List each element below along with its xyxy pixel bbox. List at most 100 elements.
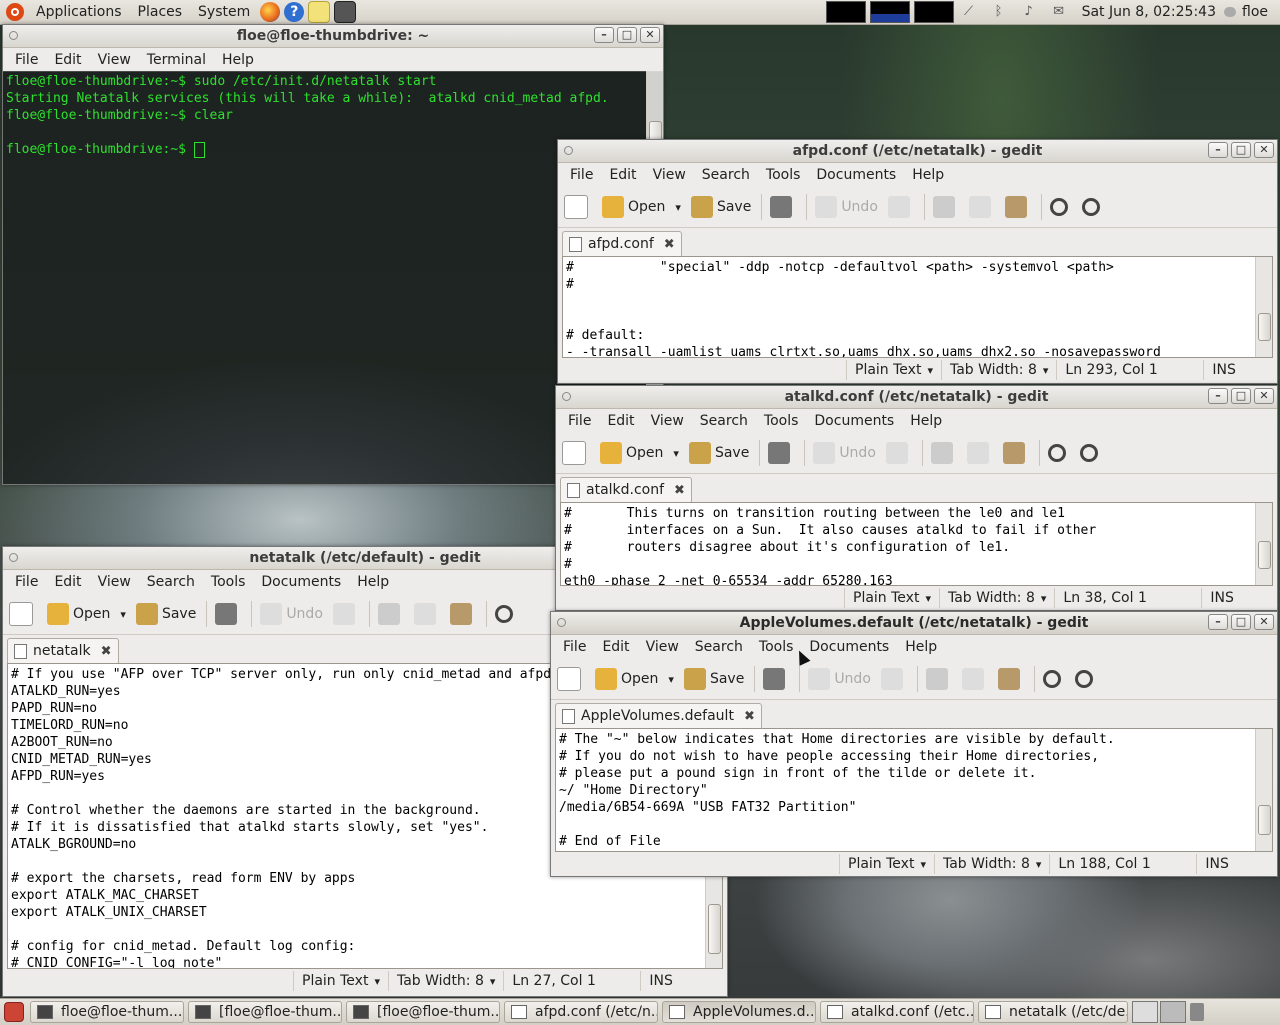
workspace-switcher[interactable] (1132, 1001, 1158, 1023)
save-button[interactable]: Save (683, 668, 744, 690)
new-button[interactable] (562, 441, 590, 465)
document-tab[interactable]: netatalk ✖ (7, 638, 119, 663)
minimize-button[interactable]: – (1208, 614, 1228, 630)
close-button[interactable]: ✕ (1254, 614, 1274, 630)
language-selector[interactable]: Plain Text (844, 588, 939, 608)
cut-button[interactable] (377, 603, 404, 625)
undo-button[interactable]: Undo (813, 442, 876, 464)
language-selector[interactable]: Plain Text (846, 360, 941, 380)
print-button[interactable] (763, 668, 789, 690)
document-tab[interactable]: AppleVolumes.default ✖ (555, 703, 762, 728)
document-tab[interactable]: atalkd.conf ✖ (560, 477, 692, 502)
menu-edit[interactable]: Edit (599, 413, 642, 429)
ubuntu-logo-icon[interactable] (6, 3, 24, 21)
close-tab-icon[interactable]: ✖ (101, 644, 112, 659)
menu-file[interactable]: File (7, 52, 46, 68)
close-tab-icon[interactable]: ✖ (674, 483, 685, 498)
paste-button[interactable] (449, 603, 476, 625)
find-replace-button[interactable] (1074, 670, 1097, 688)
copy-button[interactable] (968, 196, 995, 218)
save-button[interactable]: Save (690, 196, 751, 218)
new-button[interactable] (9, 602, 37, 626)
window-menu-icon[interactable] (564, 146, 573, 155)
menu-search[interactable]: Search (139, 574, 203, 590)
mail-icon[interactable]: ✉ (1050, 3, 1068, 21)
tab-width-selector[interactable]: Tab Width: 8 (940, 360, 1056, 380)
copy-button[interactable] (413, 603, 440, 625)
workspace-switcher-2[interactable] (1160, 1001, 1186, 1023)
menu-view[interactable]: View (90, 52, 139, 68)
menu-file[interactable]: File (555, 639, 594, 655)
bluetooth-icon[interactable]: ᛒ (990, 3, 1008, 21)
copy-button[interactable] (966, 442, 993, 464)
menu-documents[interactable]: Documents (808, 167, 904, 183)
show-desktop-icon[interactable] (4, 1002, 24, 1022)
close-button[interactable]: ✕ (640, 27, 660, 43)
menu-documents[interactable]: Documents (253, 574, 349, 590)
text-editor[interactable]: # "special" -ddp -notcp -defaultvol <pat… (562, 256, 1273, 358)
applevolumes-titlebar[interactable]: AppleVolumes.default (/etc/netatalk) - g… (551, 612, 1277, 635)
tab-width-selector[interactable]: Tab Width: 8 (938, 588, 1054, 608)
vertical-scrollbar[interactable] (1255, 503, 1272, 585)
taskbar-item[interactable]: afpd.conf (/etc/n... (504, 1001, 658, 1023)
menu-search[interactable]: Search (694, 167, 758, 183)
menu-view[interactable]: View (645, 167, 694, 183)
text-editor[interactable]: # This turns on transition routing betwe… (560, 502, 1273, 586)
find-button[interactable] (1042, 670, 1065, 688)
menu-help[interactable]: Help (897, 639, 945, 655)
close-button[interactable]: ✕ (1254, 142, 1274, 158)
find-replace-button[interactable] (1081, 198, 1104, 216)
print-button[interactable] (215, 603, 241, 625)
close-tab-icon[interactable]: ✖ (744, 709, 755, 724)
maximize-button[interactable]: □ (1231, 388, 1251, 404)
menu-edit[interactable]: Edit (594, 639, 637, 655)
taskbar-item[interactable]: atalkd.conf (/etc... (820, 1001, 974, 1023)
menu-help[interactable]: Help (904, 167, 952, 183)
text-editor[interactable]: # The "~" below indicates that Home dire… (555, 728, 1273, 852)
new-button[interactable] (557, 667, 585, 691)
find-button[interactable] (1049, 198, 1072, 216)
copy-button[interactable] (961, 668, 988, 690)
paste-button[interactable] (997, 668, 1024, 690)
close-button[interactable]: ✕ (1254, 388, 1274, 404)
system-menu[interactable]: System (190, 4, 258, 20)
print-button[interactable] (768, 442, 794, 464)
print-button[interactable] (770, 196, 796, 218)
menu-view[interactable]: View (638, 639, 687, 655)
afpd-titlebar[interactable]: afpd.conf (/etc/netatalk) - gedit – □ ✕ (558, 140, 1277, 163)
cut-button[interactable] (930, 442, 957, 464)
network-monitor-graph[interactable] (913, 1, 954, 23)
menu-search[interactable]: Search (692, 413, 756, 429)
undo-button[interactable]: Undo (808, 668, 871, 690)
menu-help[interactable]: Help (902, 413, 950, 429)
maximize-button[interactable]: □ (617, 27, 637, 43)
paste-button[interactable] (1002, 442, 1029, 464)
window-menu-icon[interactable] (562, 392, 571, 401)
firefox-icon[interactable] (260, 2, 281, 22)
redo-button[interactable] (885, 442, 912, 464)
window-menu-icon[interactable] (9, 553, 18, 562)
menu-edit[interactable]: Edit (46, 52, 89, 68)
save-button[interactable]: Save (688, 442, 749, 464)
taskbar-item[interactable]: [floe@floe-thum... (188, 1001, 342, 1023)
notes-icon[interactable] (308, 1, 331, 23)
minimize-button[interactable]: – (1208, 142, 1228, 158)
window-menu-icon[interactable] (557, 618, 566, 627)
applications-menu[interactable]: Applications (28, 4, 130, 20)
tab-width-selector[interactable]: Tab Width: 8 (387, 971, 503, 991)
network-icon[interactable]: ⟋ (960, 3, 978, 21)
places-menu[interactable]: Places (130, 4, 191, 20)
vertical-scrollbar[interactable] (1255, 257, 1272, 357)
menu-search[interactable]: Search (687, 639, 751, 655)
maximize-button[interactable]: □ (1231, 142, 1251, 158)
language-selector[interactable]: Plain Text (293, 971, 388, 991)
trash-icon[interactable] (1190, 1003, 1204, 1021)
close-tab-icon[interactable]: ✖ (664, 237, 675, 252)
atalkd-titlebar[interactable]: atalkd.conf (/etc/netatalk) - gedit – □ … (556, 386, 1277, 409)
redo-button[interactable] (887, 196, 914, 218)
undo-button[interactable]: Undo (815, 196, 878, 218)
menu-tools[interactable]: Tools (203, 574, 254, 590)
user-menu[interactable]: floe (1242, 4, 1268, 20)
find-button[interactable] (1047, 444, 1070, 462)
taskbar-item[interactable]: netatalk (/etc/de... (978, 1001, 1128, 1023)
